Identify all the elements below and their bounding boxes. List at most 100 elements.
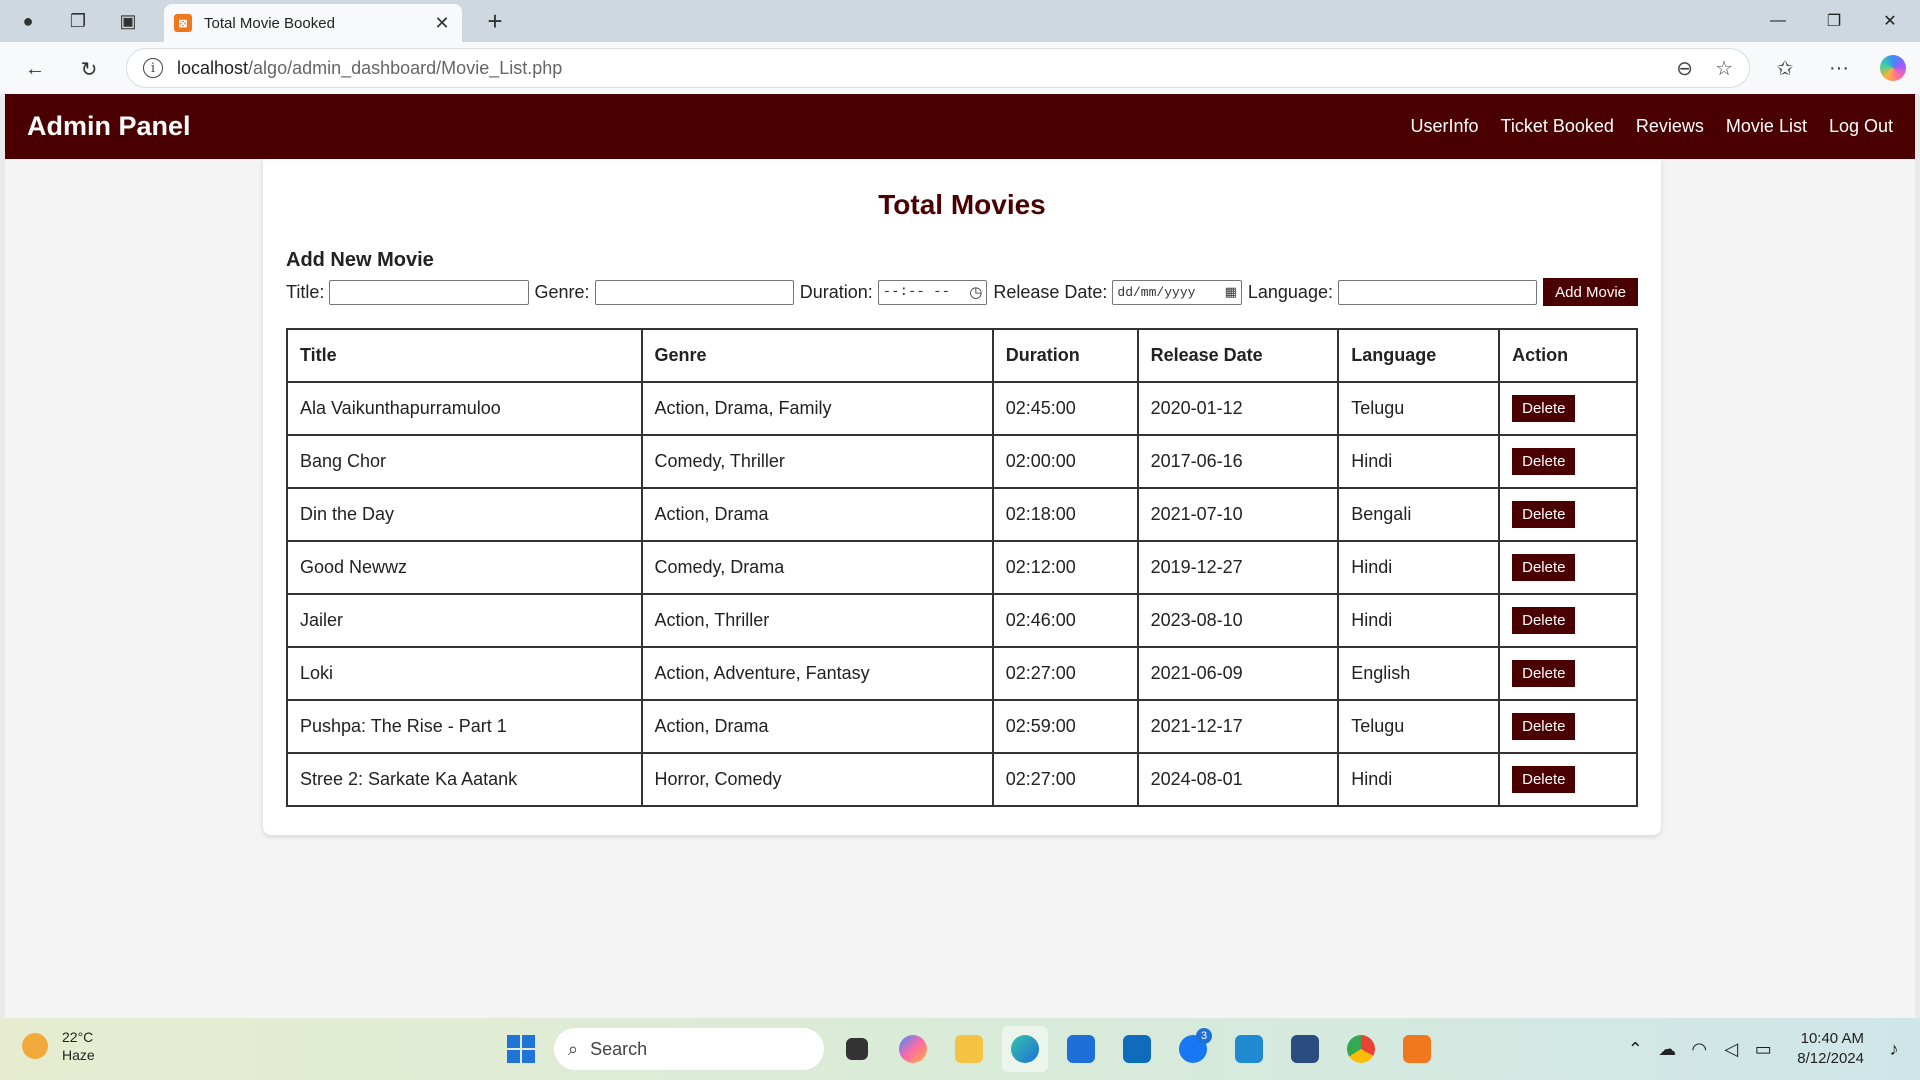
cell-title: Bang Chor: [286, 434, 643, 489]
cell-action: Delete: [1498, 752, 1638, 807]
back-button[interactable]: ←: [18, 52, 52, 86]
table-row: Jailer Action, Thriller 02:46:00 2023-08…: [286, 593, 1638, 648]
cell-genre: Action, Drama: [640, 487, 994, 542]
table-body: Ala Vaikunthapurramuloo Action, Drama, F…: [286, 381, 1638, 807]
cell-action: Delete: [1498, 540, 1638, 595]
page-viewport: Admin Panel UserInfo Ticket Booked Revie…: [5, 94, 1915, 1018]
site-info-icon[interactable]: i: [143, 58, 163, 78]
cell-genre: Comedy, Drama: [640, 540, 994, 595]
calendar-icon[interactable]: ▦: [1225, 285, 1237, 300]
store-button[interactable]: [1058, 1026, 1104, 1072]
cell-title: Good Newwz: [286, 540, 643, 595]
url-path: /algo/admin_dashboard/Movie_List.php: [248, 57, 563, 78]
wifi-icon[interactable]: ◠: [1683, 1039, 1715, 1060]
chrome-button[interactable]: [1338, 1026, 1384, 1072]
duration-input[interactable]: --:-- -- ◷: [877, 279, 988, 305]
nav-link-logout[interactable]: Log Out: [1829, 116, 1893, 137]
delete-button[interactable]: Delete: [1512, 713, 1576, 740]
cell-duration: 02:27:00: [991, 646, 1139, 701]
vscode-button[interactable]: [1226, 1026, 1272, 1072]
duration-placeholder: --:-- --: [882, 284, 950, 300]
copilot-app-button[interactable]: [890, 1026, 936, 1072]
address-toolbar: ← ↻ i localhost/algo/admin_dashboard/Mov…: [0, 42, 1920, 94]
vertical-tabs-icon[interactable]: ▣: [108, 0, 148, 42]
workspaces-icon[interactable]: ❐: [58, 0, 98, 42]
delete-button[interactable]: Delete: [1512, 766, 1576, 793]
nav-link-reviews[interactable]: Reviews: [1636, 116, 1704, 137]
cell-release-date: 2024-08-01: [1136, 752, 1340, 807]
delete-button[interactable]: Delete: [1512, 395, 1576, 422]
genre-input[interactable]: [594, 279, 794, 305]
delete-button[interactable]: Delete: [1512, 448, 1576, 475]
clock-icon[interactable]: ◷: [969, 283, 982, 301]
more-menu-icon[interactable]: ···: [1812, 48, 1866, 88]
close-tab-icon[interactable]: ✕: [432, 13, 452, 34]
table-row: Loki Action, Adventure, Fantasy 02:27:00…: [286, 646, 1638, 701]
genre-label: Genre:: [534, 281, 590, 302]
delete-button[interactable]: Delete: [1512, 554, 1576, 581]
cell-action: Delete: [1498, 487, 1638, 542]
file-explorer-button[interactable]: [946, 1026, 992, 1072]
ide-icon: [1291, 1035, 1319, 1063]
favorites-icon[interactable]: ✩: [1758, 48, 1812, 88]
task-view-button[interactable]: [834, 1026, 880, 1072]
xampp-favicon-icon: ⊠: [174, 14, 192, 32]
language-input[interactable]: [1337, 279, 1538, 305]
cell-duration: 02:18:00: [991, 487, 1139, 542]
xampp-button[interactable]: [1394, 1026, 1440, 1072]
nav-link-movie-list[interactable]: Movie List: [1726, 116, 1807, 137]
clock-date: 8/12/2024: [1797, 1050, 1864, 1067]
cell-duration: 02:12:00: [991, 540, 1139, 595]
facebook-button[interactable]: 3: [1170, 1026, 1216, 1072]
brand-title: Admin Panel: [27, 111, 191, 141]
task-view-icon: [846, 1038, 868, 1060]
admin-navbar: Admin Panel UserInfo Ticket Booked Revie…: [5, 94, 1915, 159]
edge-button[interactable]: [1002, 1026, 1048, 1072]
nav-link-ticket-booked[interactable]: Ticket Booked: [1501, 116, 1614, 137]
volume-muted-icon[interactable]: ◁: [1715, 1039, 1747, 1060]
header-title: Title: [286, 328, 643, 383]
table-row: Bang Chor Comedy, Thriller 02:00:00 2017…: [286, 434, 1638, 489]
restore-button[interactable]: ❐: [1806, 0, 1862, 42]
delete-button[interactable]: Delete: [1512, 501, 1576, 528]
form-heading: Add New Movie: [286, 249, 434, 271]
cell-language: Telugu: [1337, 381, 1501, 436]
close-window-button[interactable]: ✕: [1862, 0, 1918, 42]
cell-title: Stree 2: Sarkate Ka Aatank: [286, 752, 643, 807]
reload-button[interactable]: ↻: [72, 52, 106, 86]
outlook-button[interactable]: [1114, 1026, 1160, 1072]
notification-badge: 3: [1196, 1028, 1212, 1044]
copilot-button[interactable]: [1866, 48, 1920, 88]
favorite-star-icon[interactable]: ☆: [1715, 56, 1733, 81]
nav-link-userinfo[interactable]: UserInfo: [1410, 116, 1478, 137]
minimize-button[interactable]: —: [1750, 0, 1806, 42]
show-hidden-icons-icon[interactable]: ⌃: [1619, 1039, 1651, 1060]
browser-tab[interactable]: ⊠ Total Movie Booked ✕: [164, 4, 462, 42]
cell-genre: Action, Drama, Family: [640, 381, 994, 436]
table-header-row: Title Genre Duration Release Date Langua…: [286, 328, 1638, 383]
delete-button[interactable]: Delete: [1512, 607, 1576, 634]
ide-button[interactable]: [1282, 1026, 1328, 1072]
url-text[interactable]: localhost/algo/admin_dashboard/Movie_Lis…: [177, 58, 1654, 79]
weather-widget[interactable]: 22°C Haze: [22, 1028, 95, 1064]
cell-title: Din the Day: [286, 487, 643, 542]
onedrive-icon[interactable]: ☁: [1651, 1039, 1683, 1060]
cell-action: Delete: [1498, 646, 1638, 701]
release-date-input[interactable]: dd/mm/yyyy ▦: [1112, 279, 1242, 305]
notifications-bell-icon[interactable]: ♪: [1878, 1039, 1910, 1060]
clock[interactable]: 10:40 AM 8/12/2024: [1797, 1029, 1864, 1069]
windows-logo-icon: [507, 1035, 535, 1063]
search-placeholder: Search: [590, 1038, 648, 1059]
profile-icon[interactable]: ●: [8, 0, 48, 42]
add-movie-button[interactable]: Add Movie: [1543, 278, 1639, 306]
battery-icon[interactable]: ▭: [1747, 1039, 1779, 1060]
address-bar[interactable]: i localhost/algo/admin_dashboard/Movie_L…: [126, 48, 1750, 88]
zoom-icon[interactable]: ⊖: [1676, 56, 1693, 81]
temperature: 22°C: [62, 1029, 94, 1045]
title-input[interactable]: [329, 279, 529, 305]
new-tab-button[interactable]: +: [478, 4, 512, 38]
taskbar-search[interactable]: ⌕ Search: [554, 1028, 824, 1070]
delete-button[interactable]: Delete: [1512, 660, 1576, 687]
start-button[interactable]: [498, 1026, 544, 1072]
language-label: Language:: [1247, 281, 1333, 302]
